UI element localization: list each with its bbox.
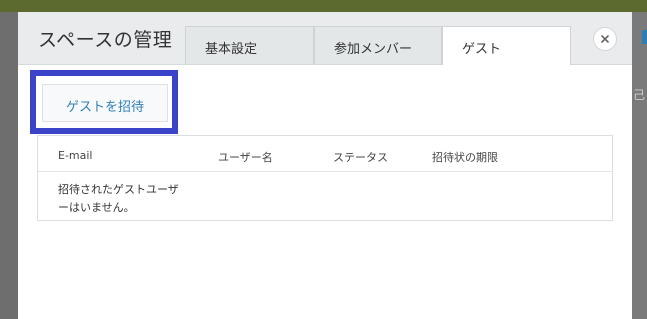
close-icon (601, 35, 609, 43)
invite-guest-label: ゲストを招待 (65, 100, 144, 115)
tab-members[interactable]: 参加メンバー (314, 26, 442, 64)
column-header-username: ユーザー名 (218, 151, 273, 164)
guest-table: E-mail ユーザー名 ステータス 招待状の期限 招待されたゲストユーザーはい… (37, 135, 613, 221)
modal-header: スペースの管理 基本設定 参加メンバー ゲスト (18, 12, 632, 65)
column-header-invite-expiry: 招待状の期限 (432, 151, 498, 164)
column-header-email: E-mail (58, 149, 93, 162)
column-header-status: ステータス (333, 151, 388, 164)
table-header: E-mail ユーザー名 ステータス 招待状の期限 (38, 136, 612, 172)
tab-basic-settings[interactable]: 基本設定 (185, 26, 314, 64)
background-blue-marker (642, 30, 647, 44)
background-topbar (0, 0, 647, 12)
close-button[interactable] (593, 27, 617, 51)
modal-title: スペースの管理 (38, 29, 173, 51)
background-glyph: 己 (633, 88, 646, 102)
tab-label: 基本設定 (205, 42, 258, 57)
space-management-modal: スペースの管理 基本設定 参加メンバー ゲスト ゲストを招待 E-mail ユー… (18, 12, 632, 319)
invite-guest-button[interactable]: ゲストを招待 (42, 84, 168, 122)
background-right-panel (632, 12, 647, 319)
empty-state-message: 招待されたゲストユーザーはいません。 (58, 183, 179, 214)
tab-guest[interactable]: ゲスト (442, 26, 571, 65)
tab-label: 参加メンバー (334, 42, 413, 57)
tab-label: ゲスト (462, 42, 502, 57)
